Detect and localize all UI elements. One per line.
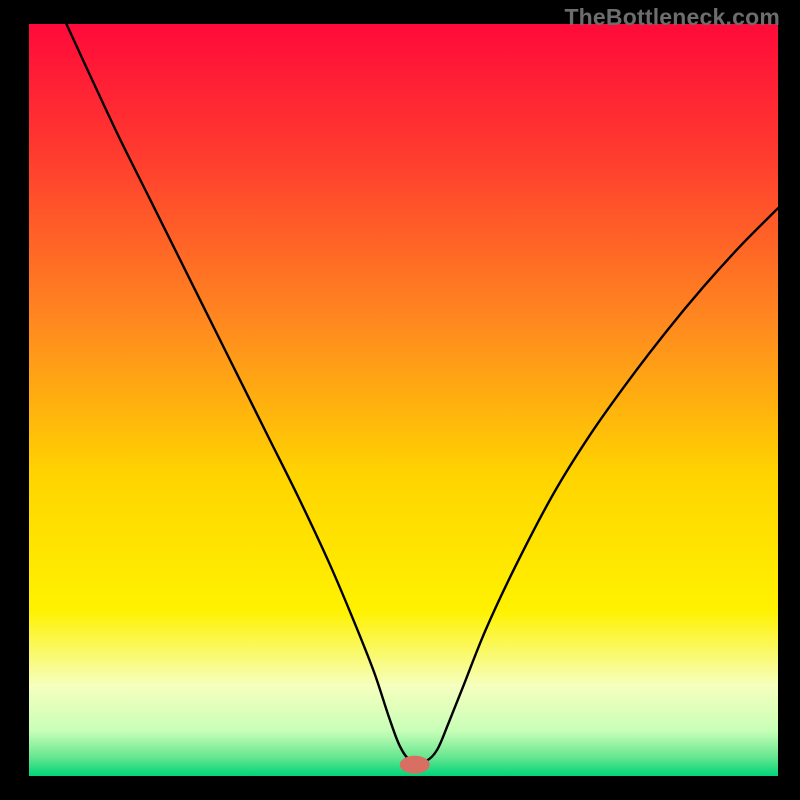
watermark-text: TheBottleneck.com [564, 4, 780, 31]
gradient-background [29, 24, 778, 776]
plot-area [29, 24, 778, 776]
optimal-point-marker [400, 756, 430, 774]
chart-svg [29, 24, 778, 776]
chart-frame: TheBottleneck.com [0, 0, 800, 800]
